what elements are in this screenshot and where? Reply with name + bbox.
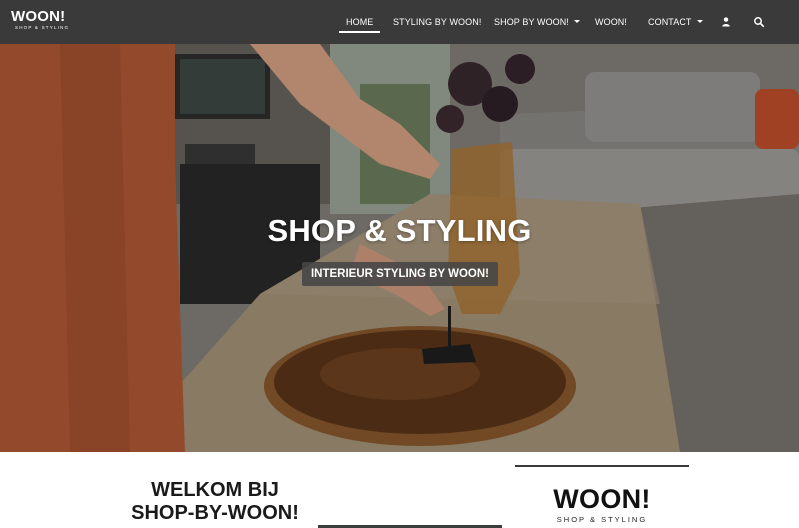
welcome-line-1: WELKOM BIJ: [151, 479, 279, 501]
nav-item-shop[interactable]: SHOP BY WOON!: [494, 17, 580, 27]
nav-item-label: CONTACT: [648, 17, 692, 27]
nav-item-label: HOME: [346, 17, 374, 27]
nav-item-label: WOON!: [595, 17, 627, 27]
nav-item-label: STYLING BY WOON!: [393, 17, 482, 27]
nav-item-contact[interactable]: CONTACT: [648, 17, 703, 27]
welcome-line-2: SHOP-BY-WOON!: [131, 502, 299, 524]
user-icon[interactable]: [720, 15, 732, 27]
brand-divider: [515, 465, 689, 467]
nav-item-label: SHOP BY WOON!: [494, 17, 569, 27]
top-navbar: WOON! SHOP & STYLING HOME STYLING BY WOO…: [0, 0, 799, 44]
hero-banner: SHOP & STYLING INTERIEUR STYLING BY WOON…: [0, 44, 799, 452]
hero-title: SHOP & STYLING: [267, 213, 532, 248]
main-nav: HOME STYLING BY WOON! SHOP BY WOON! WOON…: [0, 0, 799, 44]
hero-cta-button[interactable]: INTERIEUR STYLING BY WOON!: [302, 262, 498, 286]
chevron-down-icon: [573, 20, 580, 24]
search-icon[interactable]: [753, 15, 765, 28]
nav-item-home[interactable]: HOME: [338, 17, 381, 33]
nav-item-styling[interactable]: STYLING BY WOON!: [393, 17, 481, 27]
nav-item-woon[interactable]: WOON!: [595, 17, 627, 27]
brand-logo-wordmark: WOON!: [553, 484, 651, 514]
chevron-down-icon: [696, 20, 703, 24]
brand-logo-tagline: SHOP & STYLING: [556, 515, 648, 524]
welcome-heading: WELKOM BIJ SHOP-BY-WOON!: [0, 479, 430, 525]
